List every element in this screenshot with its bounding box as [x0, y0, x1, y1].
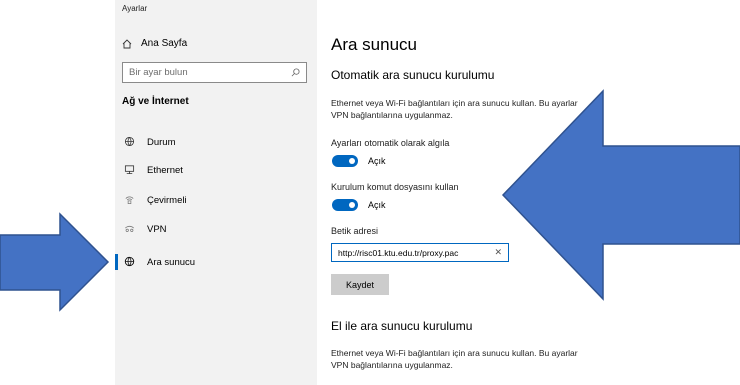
- sidebar-item-durum[interactable]: Durum: [115, 131, 317, 153]
- detect-settings-label: Ayarları otomatik olarak algıla: [331, 138, 450, 148]
- sidebar-item-cevirmeli[interactable]: Çevirmeli: [115, 189, 317, 211]
- toggle-knob: [349, 202, 355, 208]
- toggle-knob: [349, 158, 355, 164]
- sidebar-item-label: Ara sunucu: [147, 256, 196, 268]
- sidebar-item-label: VPN: [147, 223, 167, 235]
- sidebar-item-label: Durum: [147, 136, 176, 148]
- setup-script-state: Açık: [368, 200, 386, 210]
- page-title: Ara sunucu: [331, 35, 417, 54]
- app-title: Ayarlar: [122, 4, 148, 13]
- globe-status-icon: [124, 136, 136, 148]
- description-line: Ethernet veya Wi-Fi bağlantıları için ar…: [331, 348, 578, 358]
- script-address-label: Betik adresi: [331, 226, 379, 236]
- section-title: Ağ ve İnternet: [122, 96, 189, 107]
- sidebar-item-label: Çevirmeli: [147, 194, 187, 206]
- description-line: Ethernet veya Wi-Fi bağlantıları için ar…: [331, 98, 578, 108]
- right-arrow-annotation: [501, 89, 740, 301]
- dialup-icon: [124, 194, 136, 206]
- sidebar-item-vpn[interactable]: VPN: [115, 218, 317, 240]
- detect-settings-toggle[interactable]: [332, 155, 358, 167]
- manual-proxy-heading: El ile ara sunucu kurulumu: [331, 319, 473, 333]
- ethernet-icon: [124, 164, 136, 176]
- home-label: Ana Sayfa: [141, 38, 188, 49]
- script-address-box[interactable]: ✕: [331, 243, 509, 262]
- sidebar: Ayarlar Ana Sayfa Ağ ve İnternet Durum: [115, 0, 317, 385]
- description-line: VPN bağlantılarına uygulanmaz.: [331, 110, 453, 120]
- left-arrow-annotation: [0, 212, 110, 312]
- sidebar-item-ara-sunucu[interactable]: Ara sunucu: [115, 251, 317, 273]
- setup-script-label: Kurulum komut dosyasını kullan: [331, 182, 459, 192]
- search-box[interactable]: [122, 62, 307, 83]
- search-icon[interactable]: [291, 68, 300, 77]
- vpn-icon: [124, 223, 136, 235]
- sidebar-item-label: Ethernet: [147, 164, 183, 176]
- script-address-input[interactable]: [338, 247, 488, 258]
- active-indicator: [115, 254, 118, 270]
- sidebar-home[interactable]: Ana Sayfa: [122, 38, 187, 49]
- auto-proxy-heading: Otomatik ara sunucu kurulumu: [331, 68, 495, 82]
- sidebar-item-ethernet[interactable]: Ethernet: [115, 159, 317, 181]
- globe-icon: [124, 256, 136, 268]
- manual-proxy-description: Ethernet veya Wi-Fi bağlantıları için ar…: [331, 347, 631, 371]
- save-button[interactable]: Kaydet: [331, 274, 389, 295]
- clear-icon[interactable]: ✕: [494, 247, 502, 258]
- description-line: VPN bağlantılarına uygulanmaz.: [331, 360, 453, 370]
- setup-script-toggle[interactable]: [332, 199, 358, 211]
- detect-settings-state: Açık: [368, 156, 386, 166]
- auto-proxy-description: Ethernet veya Wi-Fi bağlantıları için ar…: [331, 97, 631, 121]
- home-icon: [122, 38, 132, 48]
- search-input[interactable]: [129, 67, 279, 78]
